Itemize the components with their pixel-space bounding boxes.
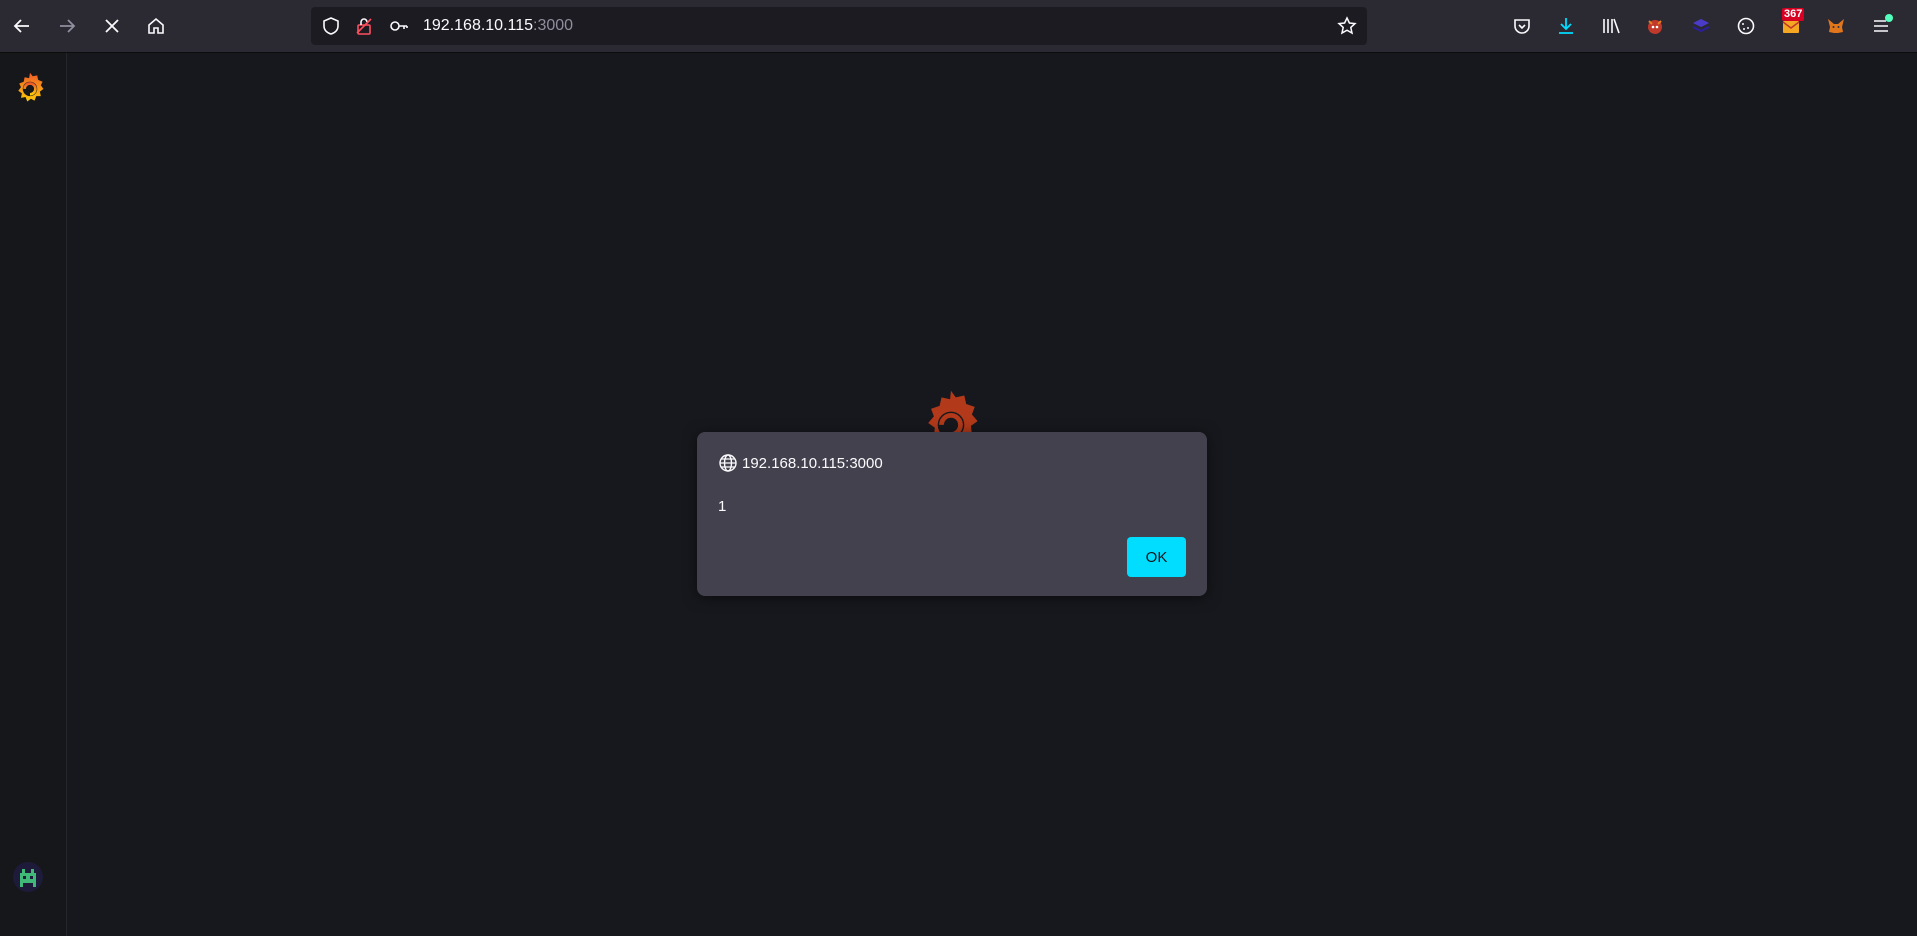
alert-dialog: 192.168.10.115:3000 1 OK — [697, 432, 1207, 596]
star-icon[interactable] — [1337, 16, 1357, 36]
key-icon[interactable] — [389, 16, 409, 36]
url-bar[interactable]: 192.168.10.115:3000 — [311, 7, 1367, 45]
library-icon[interactable] — [1599, 14, 1623, 38]
stop-icon[interactable] — [96, 10, 128, 42]
dialog-origin: 192.168.10.115:3000 — [742, 455, 883, 472]
cookie-icon[interactable] — [1734, 14, 1758, 38]
shield-icon[interactable] — [321, 16, 341, 36]
extension-fox-icon[interactable] — [1643, 14, 1667, 38]
back-arrow-icon[interactable] — [6, 10, 38, 42]
metamask-fox-icon[interactable] — [1824, 14, 1848, 38]
forward-arrow-icon[interactable] — [51, 10, 83, 42]
dialog-message: 1 — [718, 498, 727, 515]
ok-button[interactable]: OK — [1127, 537, 1186, 577]
browser-toolbar: 192.168.10.115:3000 367 — [0, 0, 1917, 53]
extension-layers-icon[interactable] — [1689, 14, 1713, 38]
pocket-icon[interactable] — [1510, 14, 1534, 38]
download-icon[interactable] — [1554, 14, 1578, 38]
url-host: 192.168.10.115 — [423, 17, 534, 34]
notification-badge: 367 — [1782, 8, 1805, 21]
app-sidebar — [0, 53, 67, 936]
home-icon[interactable] — [140, 10, 172, 42]
update-dot — [1885, 14, 1893, 22]
url-text[interactable]: 192.168.10.115:3000 — [423, 17, 573, 35]
url-port: :3000 — [533, 17, 574, 34]
lock-icon[interactable] — [354, 16, 374, 36]
grafana-logo-icon[interactable] — [12, 70, 48, 106]
user-avatar-icon[interactable] — [12, 861, 44, 893]
globe-icon — [718, 453, 738, 473]
